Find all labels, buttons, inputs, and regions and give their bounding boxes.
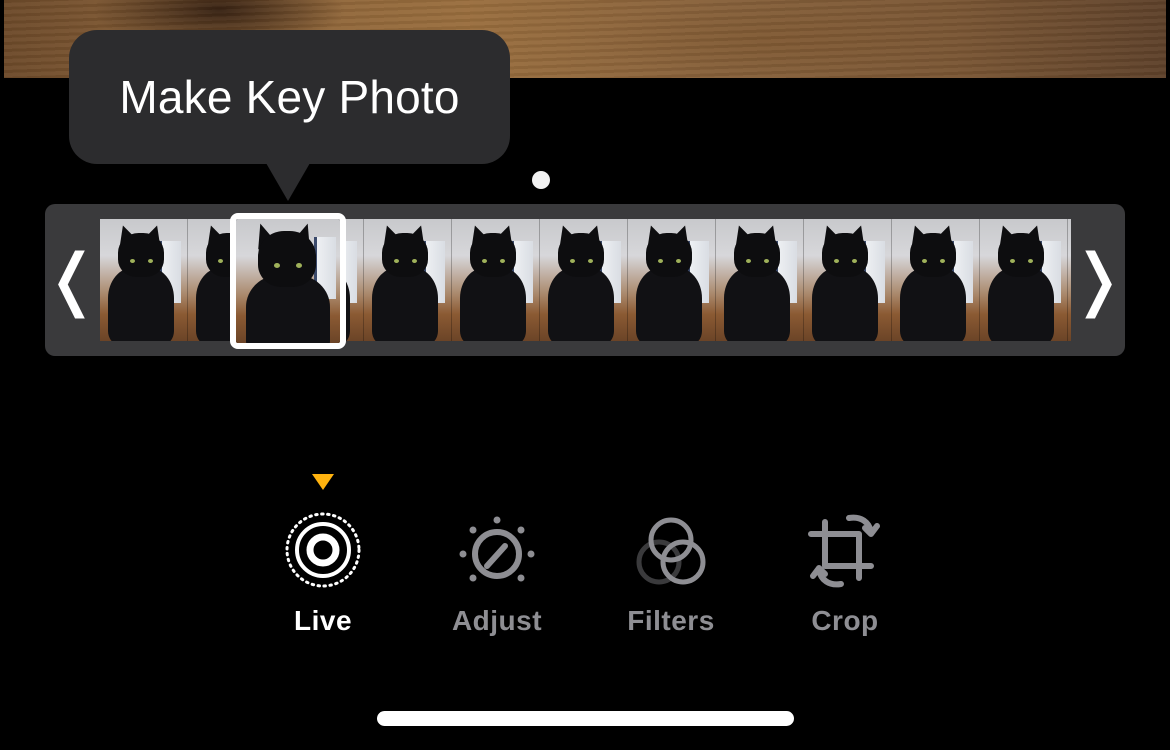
frame-thumbnail[interactable] [540, 219, 628, 341]
home-indicator[interactable] [377, 711, 794, 726]
filters-tool-button[interactable]: Filters [596, 508, 746, 638]
live-tool-label: Live [293, 605, 353, 636]
adjust-tool-label: Adjust [451, 605, 543, 636]
selected-frame-thumbnail [236, 219, 340, 343]
live-photo-icon [281, 508, 365, 597]
frame-thumbnail[interactable] [892, 219, 980, 341]
frame-thumbnail[interactable] [1068, 219, 1071, 341]
active-tool-indicator [312, 474, 334, 490]
filters-tool-label: Filters [627, 605, 715, 636]
frame-thumbnail[interactable] [452, 219, 540, 341]
tooltip-label: Make Key Photo [119, 71, 460, 123]
selected-frame[interactable] [230, 213, 346, 349]
trim-handle-left[interactable]: ❬ [44, 204, 101, 356]
make-key-photo-tooltip[interactable]: Make Key Photo [69, 30, 510, 164]
trim-handle-right[interactable]: ❭ [1070, 204, 1127, 356]
frame-thumbnail[interactable] [804, 219, 892, 341]
crop-tool-button[interactable]: Crop [770, 508, 920, 638]
key-photo-dot [532, 171, 550, 189]
adjust-tool-button[interactable]: Adjust [422, 508, 572, 638]
adjust-dial-icon [455, 508, 539, 597]
crop-rotate-icon [803, 508, 887, 597]
frame-thumbnail[interactable] [980, 219, 1068, 341]
live-tool-button[interactable]: Live [248, 508, 398, 638]
frame-thumbnail[interactable] [716, 219, 804, 341]
crop-tool-label: Crop [811, 605, 879, 636]
frame-thumbnail[interactable] [100, 219, 188, 341]
tooltip-pointer [266, 163, 310, 201]
filters-circles-icon [629, 508, 713, 597]
frame-thumbnail[interactable] [628, 219, 716, 341]
frame-thumbnail[interactable] [364, 219, 452, 341]
